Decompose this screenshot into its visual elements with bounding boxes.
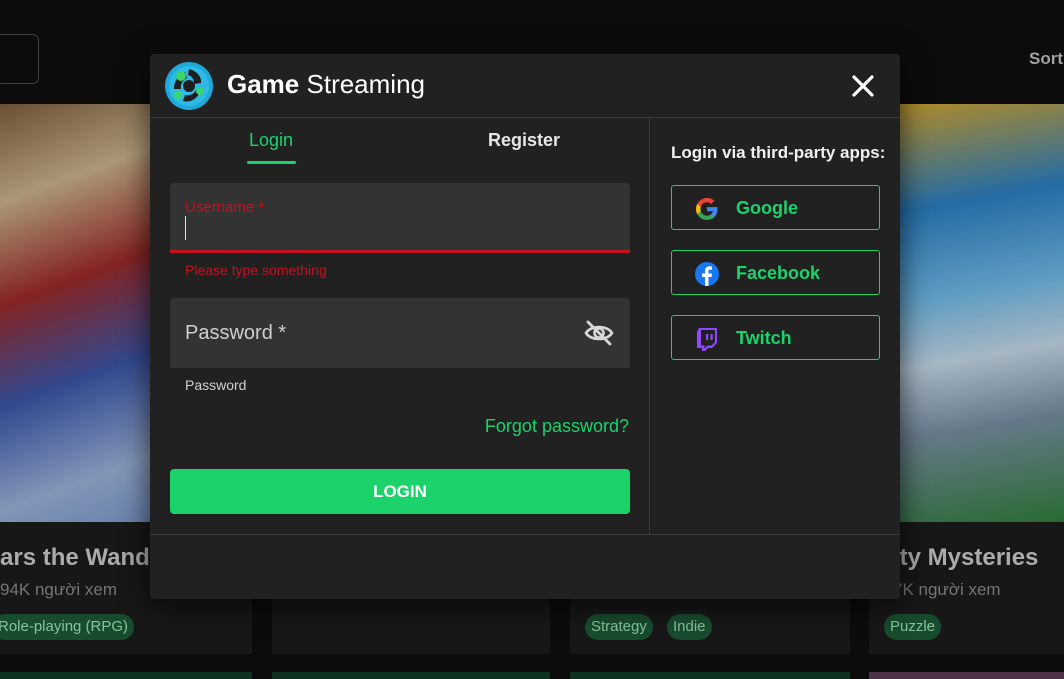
active-tab-indicator	[247, 161, 296, 164]
login-form: Login Register Username * Please type so…	[150, 118, 650, 534]
username-label: Username *	[185, 199, 265, 216]
facebook-login-button[interactable]: Facebook	[671, 250, 880, 295]
third-party-login: Login via third-party apps: Google Faceb…	[650, 118, 900, 534]
forgot-password-link[interactable]: Forgot password?	[485, 416, 629, 437]
google-label: Google	[736, 198, 798, 218]
twitch-login-button[interactable]: Twitch	[671, 315, 880, 360]
login-dialog: Game Streaming Login Register Username *…	[150, 54, 900, 599]
login-button[interactable]: LOGIN	[170, 469, 630, 514]
twitch-icon	[697, 328, 717, 351]
username-error: Please type something	[185, 262, 327, 278]
google-icon	[696, 198, 718, 220]
eye-off-icon[interactable]	[584, 319, 614, 347]
dialog-header: Game Streaming	[150, 54, 900, 118]
title-rest: Streaming	[306, 69, 426, 99]
password-label: Password *	[185, 322, 287, 344]
google-login-button[interactable]: Google	[671, 185, 880, 230]
facebook-label: Facebook	[736, 263, 821, 283]
username-field[interactable]: Username *	[170, 183, 630, 253]
dialog-title: Game Streaming	[227, 69, 425, 100]
password-field[interactable]: Password *	[170, 298, 630, 368]
tab-register[interactable]: Register	[488, 130, 560, 151]
third-party-title: Login via third-party apps:	[671, 143, 886, 162]
twitch-label: Twitch	[736, 328, 792, 348]
password-hint: Password	[185, 377, 247, 393]
tab-login[interactable]: Login	[249, 130, 293, 151]
facebook-icon	[695, 262, 719, 286]
dialog-footer	[150, 534, 900, 599]
text-caret	[185, 216, 186, 240]
app-logo-icon	[165, 62, 213, 110]
title-bold: Game	[227, 69, 300, 99]
close-icon[interactable]	[848, 71, 878, 101]
